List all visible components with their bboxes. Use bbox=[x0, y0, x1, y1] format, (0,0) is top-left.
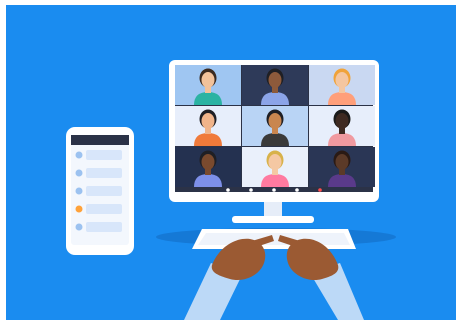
chat-bubble bbox=[86, 168, 122, 178]
phone-header bbox=[71, 135, 129, 145]
chat-bubble bbox=[86, 150, 122, 160]
camera-icon bbox=[249, 188, 253, 192]
chat-bubble bbox=[86, 222, 122, 232]
share-icon bbox=[272, 188, 276, 192]
participant-tile bbox=[242, 147, 308, 187]
participant-face bbox=[268, 72, 282, 88]
monitor-stand bbox=[232, 201, 314, 223]
participant-face bbox=[201, 154, 215, 170]
call-controls-bar bbox=[175, 188, 373, 192]
mic-icon bbox=[226, 188, 230, 192]
chat-icon bbox=[295, 188, 299, 192]
end-call-icon bbox=[318, 188, 322, 192]
participant-face bbox=[201, 113, 215, 129]
participant-tile bbox=[309, 65, 375, 105]
video-conference-illustration bbox=[6, 5, 456, 320]
chat-avatar bbox=[75, 169, 83, 177]
chat-avatar bbox=[75, 223, 83, 231]
participant-tile bbox=[175, 147, 241, 187]
video-grid bbox=[175, 65, 375, 187]
participant-tile bbox=[309, 106, 375, 146]
illustration-svg bbox=[66, 60, 396, 320]
participant-face bbox=[268, 113, 282, 129]
participant-face bbox=[268, 154, 282, 170]
smartphone bbox=[66, 127, 134, 255]
keyboard-keys bbox=[198, 233, 350, 245]
participant-face bbox=[335, 113, 349, 129]
chat-bubble bbox=[86, 204, 122, 214]
keyboard bbox=[192, 229, 356, 249]
illustration-frame bbox=[0, 0, 462, 325]
participant-tile bbox=[175, 65, 241, 105]
monitor bbox=[169, 60, 379, 202]
participant-face bbox=[335, 72, 349, 88]
chat-bubble bbox=[86, 186, 122, 196]
chat-avatar bbox=[75, 151, 83, 159]
participant-tile bbox=[175, 106, 241, 146]
participant-tile bbox=[309, 147, 375, 187]
participant-tile bbox=[242, 106, 308, 146]
chat-avatar bbox=[75, 187, 83, 195]
participant-face bbox=[201, 72, 215, 88]
chat-avatar bbox=[75, 205, 83, 213]
participant-tile bbox=[242, 65, 308, 105]
participant-face bbox=[335, 154, 349, 170]
stand-base bbox=[232, 216, 314, 223]
